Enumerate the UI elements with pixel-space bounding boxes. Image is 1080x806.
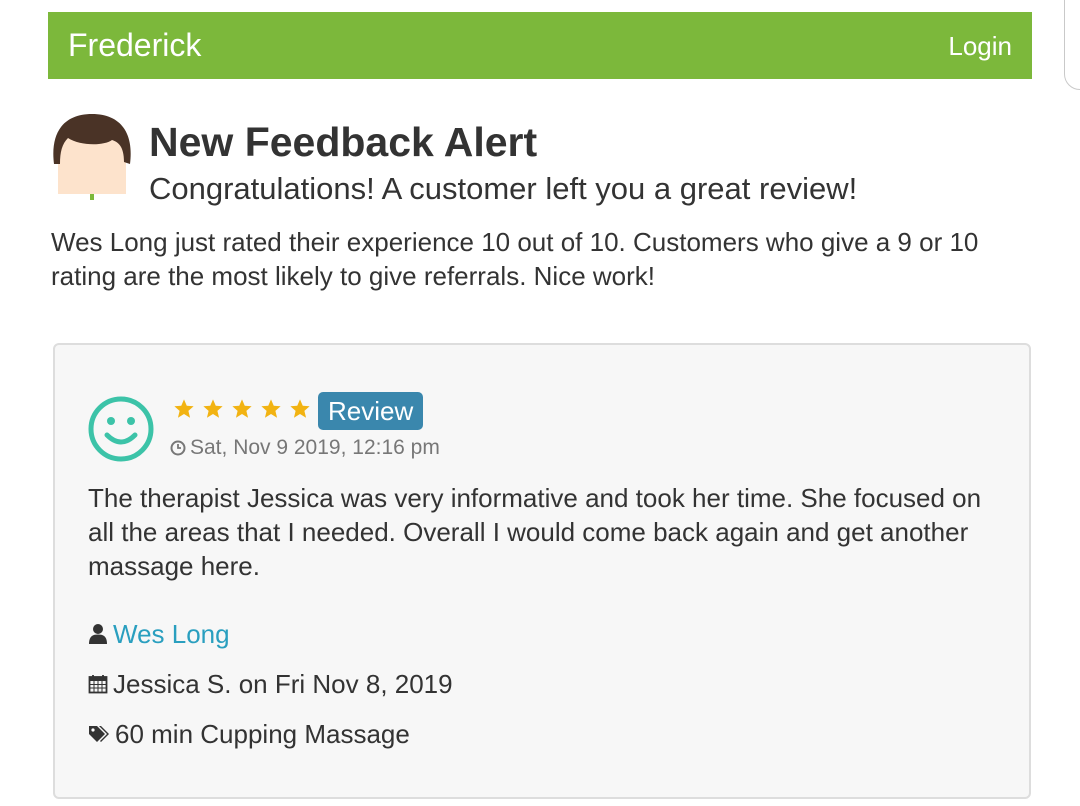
clock-icon [170,440,186,456]
person-avatar-icon [50,112,134,202]
login-link[interactable]: Login [948,30,1012,62]
appointment-row: Jessica S. on Fri Nov 8, 2019 [88,667,453,701]
star-icon [290,399,310,418]
review-badge: Review [318,392,424,430]
review-text: The therapist Jessica was very informati… [88,483,982,581]
reviewer-row: Wes Long [88,617,230,651]
tag-icon [89,726,109,742]
star-icon [174,399,194,418]
star-rating [173,398,318,422]
edge-panel-handle[interactable] [1064,0,1080,90]
star-icon [232,399,252,418]
star-icon [261,399,281,418]
top-navbar: Frederick Login [48,12,1032,79]
calendar-icon [88,675,108,694]
service-row: 60 min Cupping Massage [88,717,410,751]
timestamp-text: Sat, Nov 9 2019, 12:16 pm [190,436,440,459]
smiley-face-icon [87,395,155,463]
appointment-text: Jessica S. on Fri Nov 8, 2019 [113,669,453,699]
review-timestamp: Sat, Nov 9 2019, 12:16 pm [170,435,440,461]
page-title: New Feedback Alert [149,119,538,165]
reviewer-name-link[interactable]: Wes Long [113,617,230,651]
brand-name[interactable]: Frederick [68,25,201,65]
alert-message: Wes Long just rated their experience 10 … [51,227,979,291]
service-text: 60 min Cupping Massage [115,719,410,749]
page-subtitle: Congratulations! A customer left you a g… [149,171,858,206]
star-icon [203,399,223,418]
user-icon [89,624,107,644]
